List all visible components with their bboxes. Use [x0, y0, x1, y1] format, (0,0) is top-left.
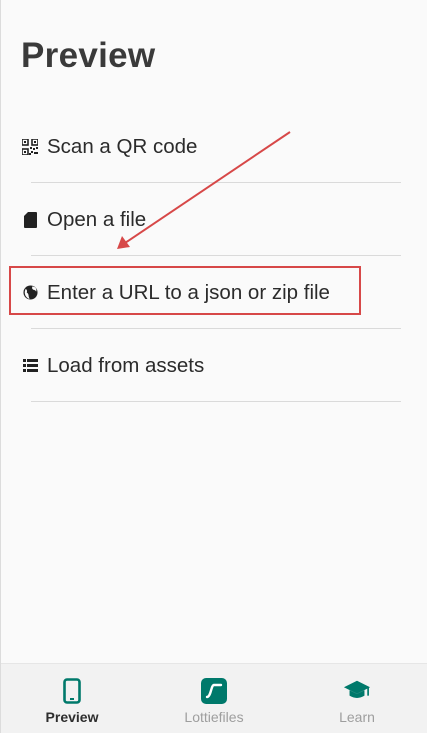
- nav-learn-tab[interactable]: Learn: [286, 664, 427, 733]
- graduation-cap-icon: [343, 677, 371, 705]
- scan-qr-code-label: Scan a QR code: [47, 134, 198, 158]
- qr-code-icon: [21, 138, 39, 156]
- globe-icon: [21, 284, 39, 302]
- load-from-assets-label: Load from assets: [47, 353, 205, 377]
- sd-card-icon: [21, 211, 39, 229]
- nav-lottiefiles-tab[interactable]: Lottiefiles: [143, 664, 285, 733]
- enter-url-label: Enter a URL to a json or zip file: [47, 280, 330, 304]
- open-file-item[interactable]: Open a file: [1, 183, 427, 256]
- nav-learn-label: Learn: [339, 709, 375, 725]
- nav-preview-tab[interactable]: Preview: [1, 664, 143, 733]
- preview-screen: Preview Scan a QR code Open a file Enter…: [0, 0, 427, 733]
- scan-qr-code-item[interactable]: Scan a QR code: [1, 110, 427, 183]
- open-file-label: Open a file: [47, 207, 147, 231]
- enter-url-item[interactable]: Enter a URL to a json or zip file: [1, 256, 427, 329]
- nav-lottiefiles-label: Lottiefiles: [184, 709, 244, 725]
- page-title: Preview: [21, 36, 156, 75]
- load-from-assets-item[interactable]: Load from assets: [1, 329, 427, 402]
- list-icon: [21, 357, 39, 375]
- nav-preview-label: Preview: [45, 709, 99, 725]
- phone-icon: [58, 677, 86, 705]
- lottiefiles-icon: [200, 677, 228, 705]
- divider: [31, 401, 401, 402]
- bottom-navigation: Preview Lottiefiles Learn: [1, 663, 427, 733]
